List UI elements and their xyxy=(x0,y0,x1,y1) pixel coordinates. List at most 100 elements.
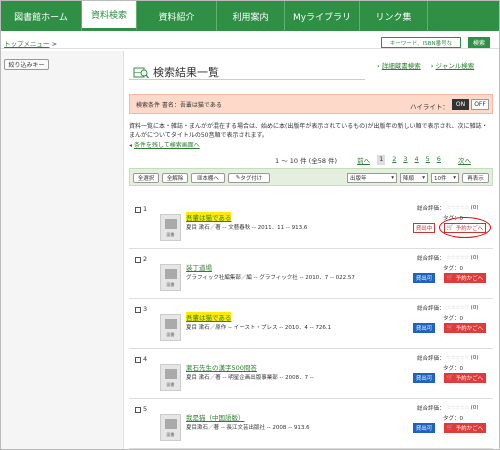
redisplay-button[interactable]: 再表示 xyxy=(462,173,489,183)
pager-page-2[interactable]: 2 xyxy=(392,155,396,165)
item-title-link[interactable]: 漱石先生の漢字500問答 xyxy=(186,362,257,372)
thumbnail-caption: 図書 xyxy=(166,282,175,287)
add-to-shelf-button[interactable]: ▥ 本棚へ xyxy=(191,173,225,183)
result-item: 4 図書 漱石先生の漢字500問答 夏目 漱石／著 -- 明星企画出版事業部 -… xyxy=(129,349,493,399)
item-tag-count: タグ：0 xyxy=(443,266,463,272)
book-thumbnail-icon[interactable]: 図書 xyxy=(160,364,181,391)
item-checkbox[interactable] xyxy=(135,307,141,313)
reserve-cart-button[interactable]: 🛒 予約かごへ xyxy=(444,373,486,383)
pager-page-5[interactable]: 5 xyxy=(426,155,430,165)
rating-stars-icon: ☆☆☆☆☆ xyxy=(446,355,470,361)
nav-tab-guide[interactable]: 利用案内 xyxy=(217,1,285,31)
item-meta: 夏目 漱石／著 -- 明星企画出版事業部 -- 2008．7 -- xyxy=(186,375,314,381)
thumbnail-caption: 図書 xyxy=(166,332,175,337)
book-thumbnail-icon[interactable]: 図書 xyxy=(160,214,181,241)
rating-stars-icon: ☆☆☆☆☆ xyxy=(446,405,470,411)
pager-page-4[interactable]: 4 xyxy=(415,155,419,165)
item-rating: 総合評価： ☆☆☆☆☆ (0) xyxy=(417,405,479,412)
item-checkbox[interactable] xyxy=(135,257,141,263)
chevron-down-icon: ▾ xyxy=(422,175,425,181)
title-divider xyxy=(129,79,365,80)
item-rating: 総合評価： ☆☆☆☆☆ (0) xyxy=(417,355,479,362)
status-badge: 貸出中 xyxy=(413,223,435,233)
highlight-off-button[interactable]: OFF xyxy=(471,99,489,110)
status-badge: 貸出可 xyxy=(413,323,435,333)
nav-tab-search[interactable]: 資料検索 xyxy=(82,1,137,31)
page-title-text: 検索結果一覧 xyxy=(153,66,219,79)
highlight-label: ハイライト： xyxy=(410,103,449,111)
item-meta: グラフィック社編集部／編 -- グラフィック社 -- 2010．7 -- 022… xyxy=(186,275,355,281)
thumbnail-caption: 図書 xyxy=(166,432,175,437)
chevron-down-icon: ▾ xyxy=(391,175,394,181)
item-number: 2 xyxy=(143,255,148,263)
item-checkbox[interactable] xyxy=(135,357,141,363)
pager-page-3[interactable]: 3 xyxy=(403,155,407,165)
reserve-cart-button[interactable]: 🛒 予約かごへ xyxy=(444,273,486,283)
result-toolbar: 全選択 全解除 ▥ 本棚へ ✎ タグ付け 出版年 ▾ 降順 ▾ 10件 ▾ 再表示 xyxy=(129,168,493,186)
book-thumbnail-icon[interactable]: 図書 xyxy=(160,414,181,441)
per-page-select[interactable]: 10件 ▾ xyxy=(431,173,459,183)
cart-icon: 🛒 xyxy=(446,375,454,381)
item-title-link[interactable]: 装丁道場 xyxy=(186,262,212,272)
detail-search-link[interactable]: › 詳細蔵書検索 xyxy=(377,60,421,70)
item-checkbox[interactable] xyxy=(135,207,141,213)
item-rating: 総合評価： ☆☆☆☆☆ (0) xyxy=(417,255,479,262)
sidebar xyxy=(1,51,124,449)
status-badge: 貸出可 xyxy=(413,273,435,283)
pager: 前へ 1 2 3 4 5 6 次へ xyxy=(357,155,471,165)
search-links: › 詳細蔵書検索 › ジャンル検索 xyxy=(377,60,474,70)
breadcrumb: トップメニュー > xyxy=(4,38,57,48)
nav-tab-intro[interactable]: 資料紹介 xyxy=(137,1,217,31)
nav-tab-mylibrary[interactable]: Myライブラリ xyxy=(285,1,360,31)
page-title: 検索結果一覧 xyxy=(133,64,219,80)
item-checkbox[interactable] xyxy=(135,407,141,413)
cart-icon: 🛒 xyxy=(446,325,454,331)
item-rating: 総合評価： ☆☆☆☆☆ (0) xyxy=(417,205,479,212)
result-item: 2 図書 装丁道場 グラフィック社編集部／編 -- グラフィック社 -- 201… xyxy=(129,249,493,299)
pagination-bar: 1 〜 10 件 (全58 件) 前へ 1 2 3 4 5 6 次へ xyxy=(275,155,471,165)
breadcrumb-sep: > xyxy=(51,40,58,48)
search-book-icon xyxy=(133,67,149,78)
result-item: 1 図書 吾輩は猫である 夏目 漱石／著 -- 文藝春秋 -- 2011．11 … xyxy=(129,199,493,249)
pager-next[interactable]: 次へ xyxy=(458,155,471,165)
search-button[interactable]: 検索 xyxy=(468,37,490,48)
highlight-circle xyxy=(439,217,491,238)
breadcrumb-top-link[interactable]: トップメニュー xyxy=(4,40,50,48)
nav-tab-home[interactable]: 図書館ホーム xyxy=(1,1,82,31)
item-number: 4 xyxy=(143,355,148,363)
pager-page-1: 1 xyxy=(377,155,386,165)
pager-prev[interactable]: 前へ xyxy=(357,155,370,165)
status-badge: 貸出可 xyxy=(413,373,435,383)
select-all-button[interactable]: 全選択 xyxy=(133,173,159,183)
item-title-link[interactable]: 吾輩は猫である xyxy=(186,212,232,222)
rating-stars-icon: ☆☆☆☆☆ xyxy=(446,205,470,211)
thumbnail-caption: 図書 xyxy=(166,232,175,237)
search-condition-text: 検索条件 書名：吾輩は猫である xyxy=(136,101,222,109)
rating-stars-icon: ☆☆☆☆☆ xyxy=(446,255,470,261)
result-item: 3 図書 吾輩は猫である 夏目 漱石／原作 -- イースト・プレス -- 201… xyxy=(129,299,493,349)
keyword-search-field[interactable]: キーワード、ISBN番号な xyxy=(381,37,461,48)
book-thumbnail-icon[interactable]: 図書 xyxy=(160,314,181,341)
keep-condition-link[interactable]: ◂ 条件を残して検索画面へ xyxy=(129,140,200,149)
item-title-link[interactable]: 吾輩は猫である xyxy=(186,312,232,322)
tag-button[interactable]: ✎ タグ付け xyxy=(228,173,270,183)
deselect-all-button[interactable]: 全解除 xyxy=(162,173,188,183)
item-tag-count: タグ：0 xyxy=(443,416,463,422)
result-count: 1 〜 10 件 (全58 件) xyxy=(275,157,338,165)
pager-page-6[interactable]: 6 xyxy=(437,155,441,165)
sort-field-select[interactable]: 出版年 ▾ xyxy=(347,173,397,183)
genre-search-link[interactable]: › ジャンル検索 xyxy=(431,60,474,70)
thumbnail-caption: 図書 xyxy=(166,382,175,387)
book-thumbnail-icon[interactable]: 図書 xyxy=(160,264,181,291)
reserve-cart-button[interactable]: 🛒 予約かごへ xyxy=(444,323,486,333)
refine-button[interactable]: 絞り込みキー xyxy=(4,59,49,70)
nav-tab-links[interactable]: リンク集 xyxy=(360,1,428,31)
highlight-on-button[interactable]: ON xyxy=(452,99,469,110)
status-badge: 貸出可 xyxy=(413,423,435,433)
reserve-cart-button[interactable]: 🛒 予約かごへ xyxy=(444,423,486,433)
item-number: 5 xyxy=(143,405,148,413)
item-meta: 夏目 漱石／原作 -- イースト・プレス -- 2010．4 -- 726.1 xyxy=(186,325,332,331)
item-title-link[interactable]: 我是猫（中国語版） xyxy=(186,412,245,422)
sort-order-select[interactable]: 降順 ▾ xyxy=(400,173,428,183)
page: 図書館ホーム 資料検索 資料紹介 利用案内 Myライブラリ リンク集 トップメニ… xyxy=(0,0,500,450)
